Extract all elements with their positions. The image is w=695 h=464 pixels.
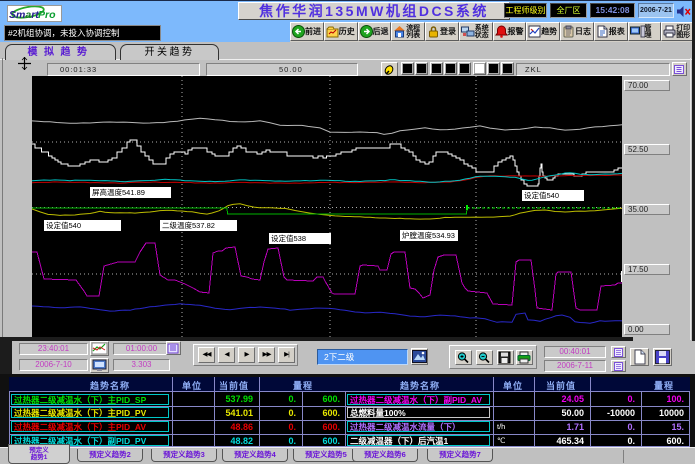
svg-text:Smart: Smart <box>9 9 39 21</box>
svg-text:Pro: Pro <box>38 9 56 21</box>
